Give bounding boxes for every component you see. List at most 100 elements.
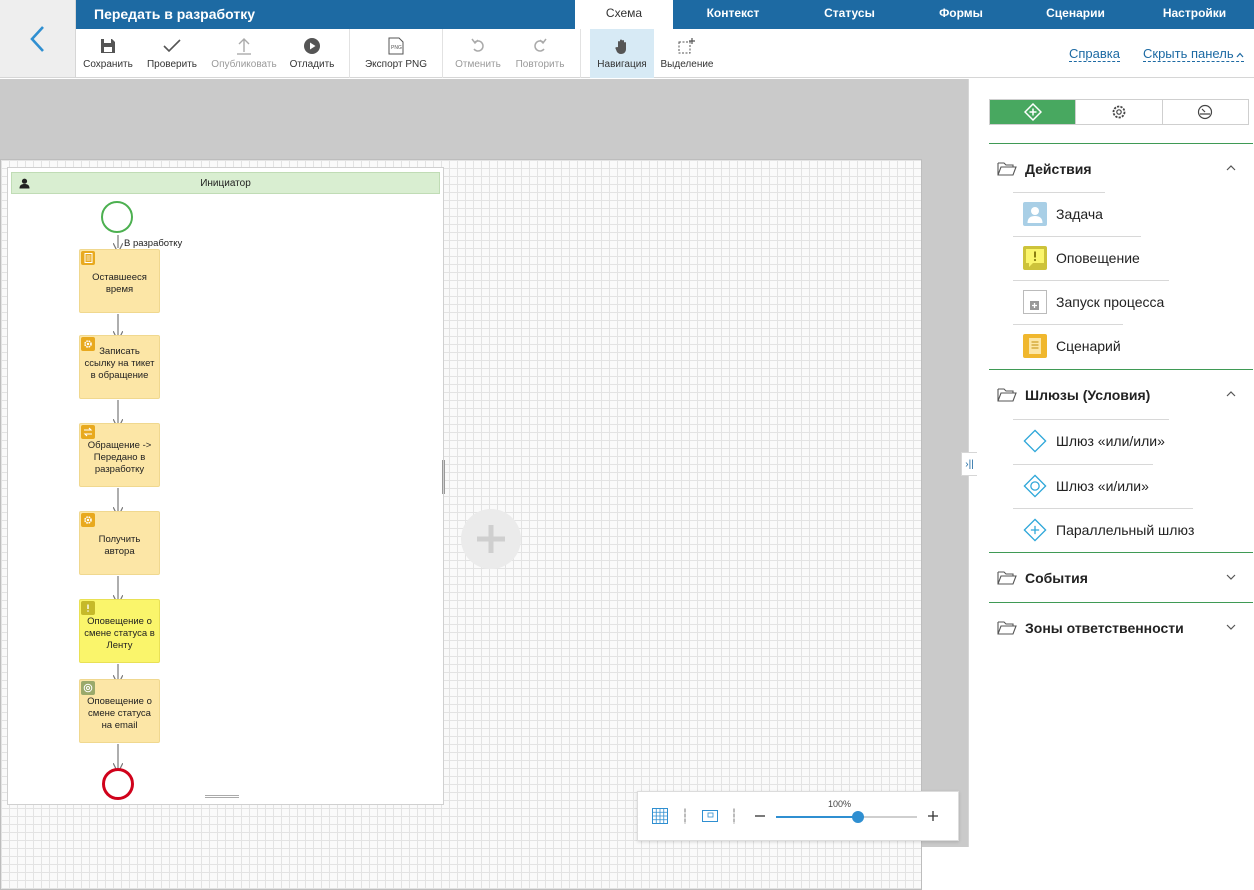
node-get-author[interactable]: Получить автора <box>79 511 160 575</box>
grid-toggle-button[interactable] <box>650 806 670 826</box>
selection-mode-button[interactable]: Выделение <box>656 29 718 78</box>
floppy-icon <box>101 39 115 53</box>
subprocess-icon <box>1023 290 1047 314</box>
item-divider <box>1013 280 1169 281</box>
svg-text:PNG: PNG <box>391 45 402 51</box>
tab-scripts[interactable]: Сценарии <box>1016 0 1135 29</box>
chevron-down-icon <box>1226 624 1236 630</box>
section-actions-header[interactable]: Действия <box>997 159 1237 179</box>
flow-label[interactable]: В разработку <box>124 238 182 249</box>
node-label: Оповещение о смене статуса на email <box>87 696 152 731</box>
node-remaining-time[interactable]: Оставшееся время <box>79 249 160 313</box>
email-at-icon <box>81 681 95 695</box>
publish-button[interactable]: Опубликовать <box>210 29 278 78</box>
node-label: Получить автора <box>98 534 141 557</box>
notification-icon <box>81 601 95 615</box>
undo-label: Отменить <box>455 59 501 70</box>
zoom-in-button[interactable] <box>923 806 943 826</box>
diagram-canvas[interactable]: Инициатор В разработку Оставшееся время … <box>0 79 968 890</box>
help-link[interactable]: Справка <box>1069 47 1120 62</box>
swap-icon <box>81 425 95 439</box>
undo-button[interactable]: Отменить <box>452 29 504 78</box>
zoom-slider-fill <box>776 816 858 818</box>
palette-item-label: Сценарий <box>1056 338 1121 354</box>
checkmark-icon <box>163 39 181 53</box>
palette-item-or-gateway[interactable]: Шлюз «и/или» <box>1023 474 1149 498</box>
tab-forms[interactable]: Формы <box>906 0 1016 29</box>
section-title: Действия <box>1025 161 1092 177</box>
check-button[interactable]: Проверить <box>144 29 200 78</box>
png-file-icon: PNG <box>388 37 404 55</box>
palette-item-notification[interactable]: Оповещение <box>1023 246 1140 270</box>
minus-icon <box>755 815 765 817</box>
palette-item-label: Оповещение <box>1056 250 1140 266</box>
zoom-out-button[interactable] <box>750 806 770 826</box>
check-label: Проверить <box>146 59 197 70</box>
palette-item-parallel-gateway[interactable]: Параллельный шлюз <box>1023 518 1194 542</box>
debug-button[interactable]: Отладить <box>286 29 338 78</box>
hide-panel-link[interactable]: Скрыть панель <box>1143 47 1244 62</box>
swimlane-side-handle[interactable] <box>442 460 445 494</box>
divider-dots <box>684 808 686 824</box>
toolbar-divider <box>442 29 443 78</box>
palette-item-label: Запуск процесса <box>1056 294 1165 310</box>
section-divider <box>989 369 1253 370</box>
swimlane-header[interactable]: Инициатор <box>11 172 440 194</box>
tab-statuses[interactable]: Статусы <box>793 0 906 29</box>
palette-item-label: Шлюз «и/или» <box>1056 478 1149 494</box>
start-event[interactable] <box>101 201 133 233</box>
zoom-slider-handle[interactable] <box>851 811 864 823</box>
redo-label: Повторить <box>515 59 565 70</box>
redo-button[interactable]: Повторить <box>512 29 568 78</box>
panel-tab-elements[interactable] <box>990 100 1077 124</box>
panel-tab-monitor[interactable] <box>1163 100 1248 124</box>
panel-tab-settings[interactable] <box>1076 100 1163 124</box>
gateway-diamond-icon <box>1023 429 1047 453</box>
swimlane[interactable]: Инициатор В разработку Оставшееся время … <box>7 167 445 805</box>
panel-collapse-handle[interactable]: ›|| <box>961 452 977 476</box>
palette-item-xor-gateway[interactable]: Шлюз «или/или» <box>1023 429 1165 453</box>
node-notify-feed[interactable]: Оповещение о смене статуса в Ленту <box>79 599 160 663</box>
end-event[interactable] <box>102 768 134 800</box>
navigation-label: Навигация <box>597 59 647 70</box>
tab-settings[interactable]: Настройки <box>1135 0 1254 29</box>
gauge-icon <box>1198 104 1213 120</box>
section-divider <box>989 143 1253 144</box>
palette-item-task[interactable]: Задача <box>1023 202 1103 226</box>
palette-item-label: Задача <box>1056 206 1103 222</box>
node-label: Записать ссылку на тикет в обращение <box>84 346 155 381</box>
item-divider <box>1013 324 1123 325</box>
node-write-ticket-link[interactable]: Записать ссылку на тикет в обращение <box>79 335 160 399</box>
plus-icon <box>928 811 938 821</box>
palette-item-start-process[interactable]: Запуск процесса <box>1023 290 1164 314</box>
minimap-icon <box>702 810 718 822</box>
add-swimlane-button[interactable] <box>461 509 521 569</box>
redo-icon <box>534 38 547 52</box>
divider-dots <box>733 808 735 824</box>
item-divider <box>1013 419 1169 420</box>
tab-context[interactable]: Контекст <box>673 0 793 29</box>
section-events-header[interactable]: События <box>997 568 1237 588</box>
gateway-circle-icon <box>1023 474 1047 498</box>
chevron-left-icon <box>29 25 44 52</box>
node-change-status[interactable]: Обращение -> Передано в разработку <box>79 423 160 487</box>
section-gateways-header[interactable]: Шлюзы (Условия) <box>997 385 1237 405</box>
folder-open-icon <box>997 162 1017 176</box>
swimlane-resize-handle[interactable] <box>205 795 239 798</box>
tab-schema[interactable]: Схема <box>575 0 673 29</box>
zoom-slider[interactable] <box>776 811 917 823</box>
minimap-toggle-button[interactable] <box>700 806 720 826</box>
diagram-grid[interactable]: Инициатор В разработку Оставшееся время … <box>0 159 922 890</box>
zoom-level: 100% <box>828 799 852 809</box>
navigation-mode-button[interactable]: Навигация <box>590 29 654 78</box>
section-zones-header[interactable]: Зоны ответственности <box>997 618 1237 638</box>
node-notify-email[interactable]: Оповещение о смене статуса на email <box>79 679 160 743</box>
swimlane-title: Инициатор <box>200 178 251 189</box>
toolbar-divider <box>349 29 350 78</box>
undo-icon <box>471 38 484 52</box>
palette-item-script[interactable]: Сценарий <box>1023 334 1121 358</box>
folder-open-icon <box>997 388 1017 402</box>
export-png-button[interactable]: PNG Экспорт PNG <box>360 29 432 78</box>
back-button[interactable] <box>0 0 76 78</box>
save-button[interactable]: Сохранить <box>82 29 134 78</box>
